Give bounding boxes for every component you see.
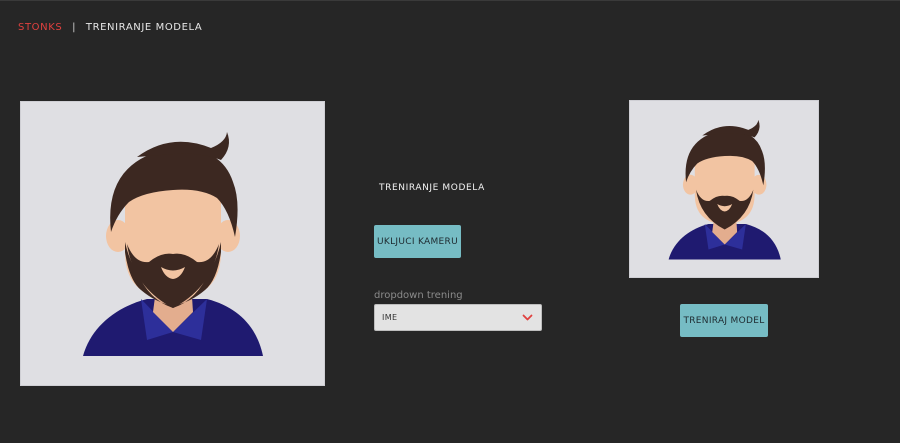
page-title: TRENIRANJE MODELA xyxy=(85,22,203,33)
chevron-down-icon xyxy=(522,314,533,321)
header-breadcrumb: STONKS | TRENIRANJE MODELA xyxy=(18,22,202,33)
training-dropdown[interactable]: IME xyxy=(374,304,542,331)
breadcrumb-separator: | xyxy=(72,22,77,33)
model-preview-panel xyxy=(629,100,819,278)
dropdown-label: dropdown trening xyxy=(374,290,463,301)
brand-logo-text[interactable]: STONKS xyxy=(18,22,62,33)
turn-on-camera-button[interactable]: UKLJUCI KAMERU xyxy=(374,225,461,258)
train-model-button[interactable]: TRENIRAJ MODEL xyxy=(680,304,768,337)
section-title: TRENIRANJE MODELA xyxy=(379,183,485,193)
dropdown-selected-value: IME xyxy=(382,313,398,322)
top-border xyxy=(0,0,900,1)
person-avatar-icon xyxy=(668,119,781,260)
person-avatar-icon xyxy=(83,132,263,356)
camera-feed-panel xyxy=(20,101,325,386)
